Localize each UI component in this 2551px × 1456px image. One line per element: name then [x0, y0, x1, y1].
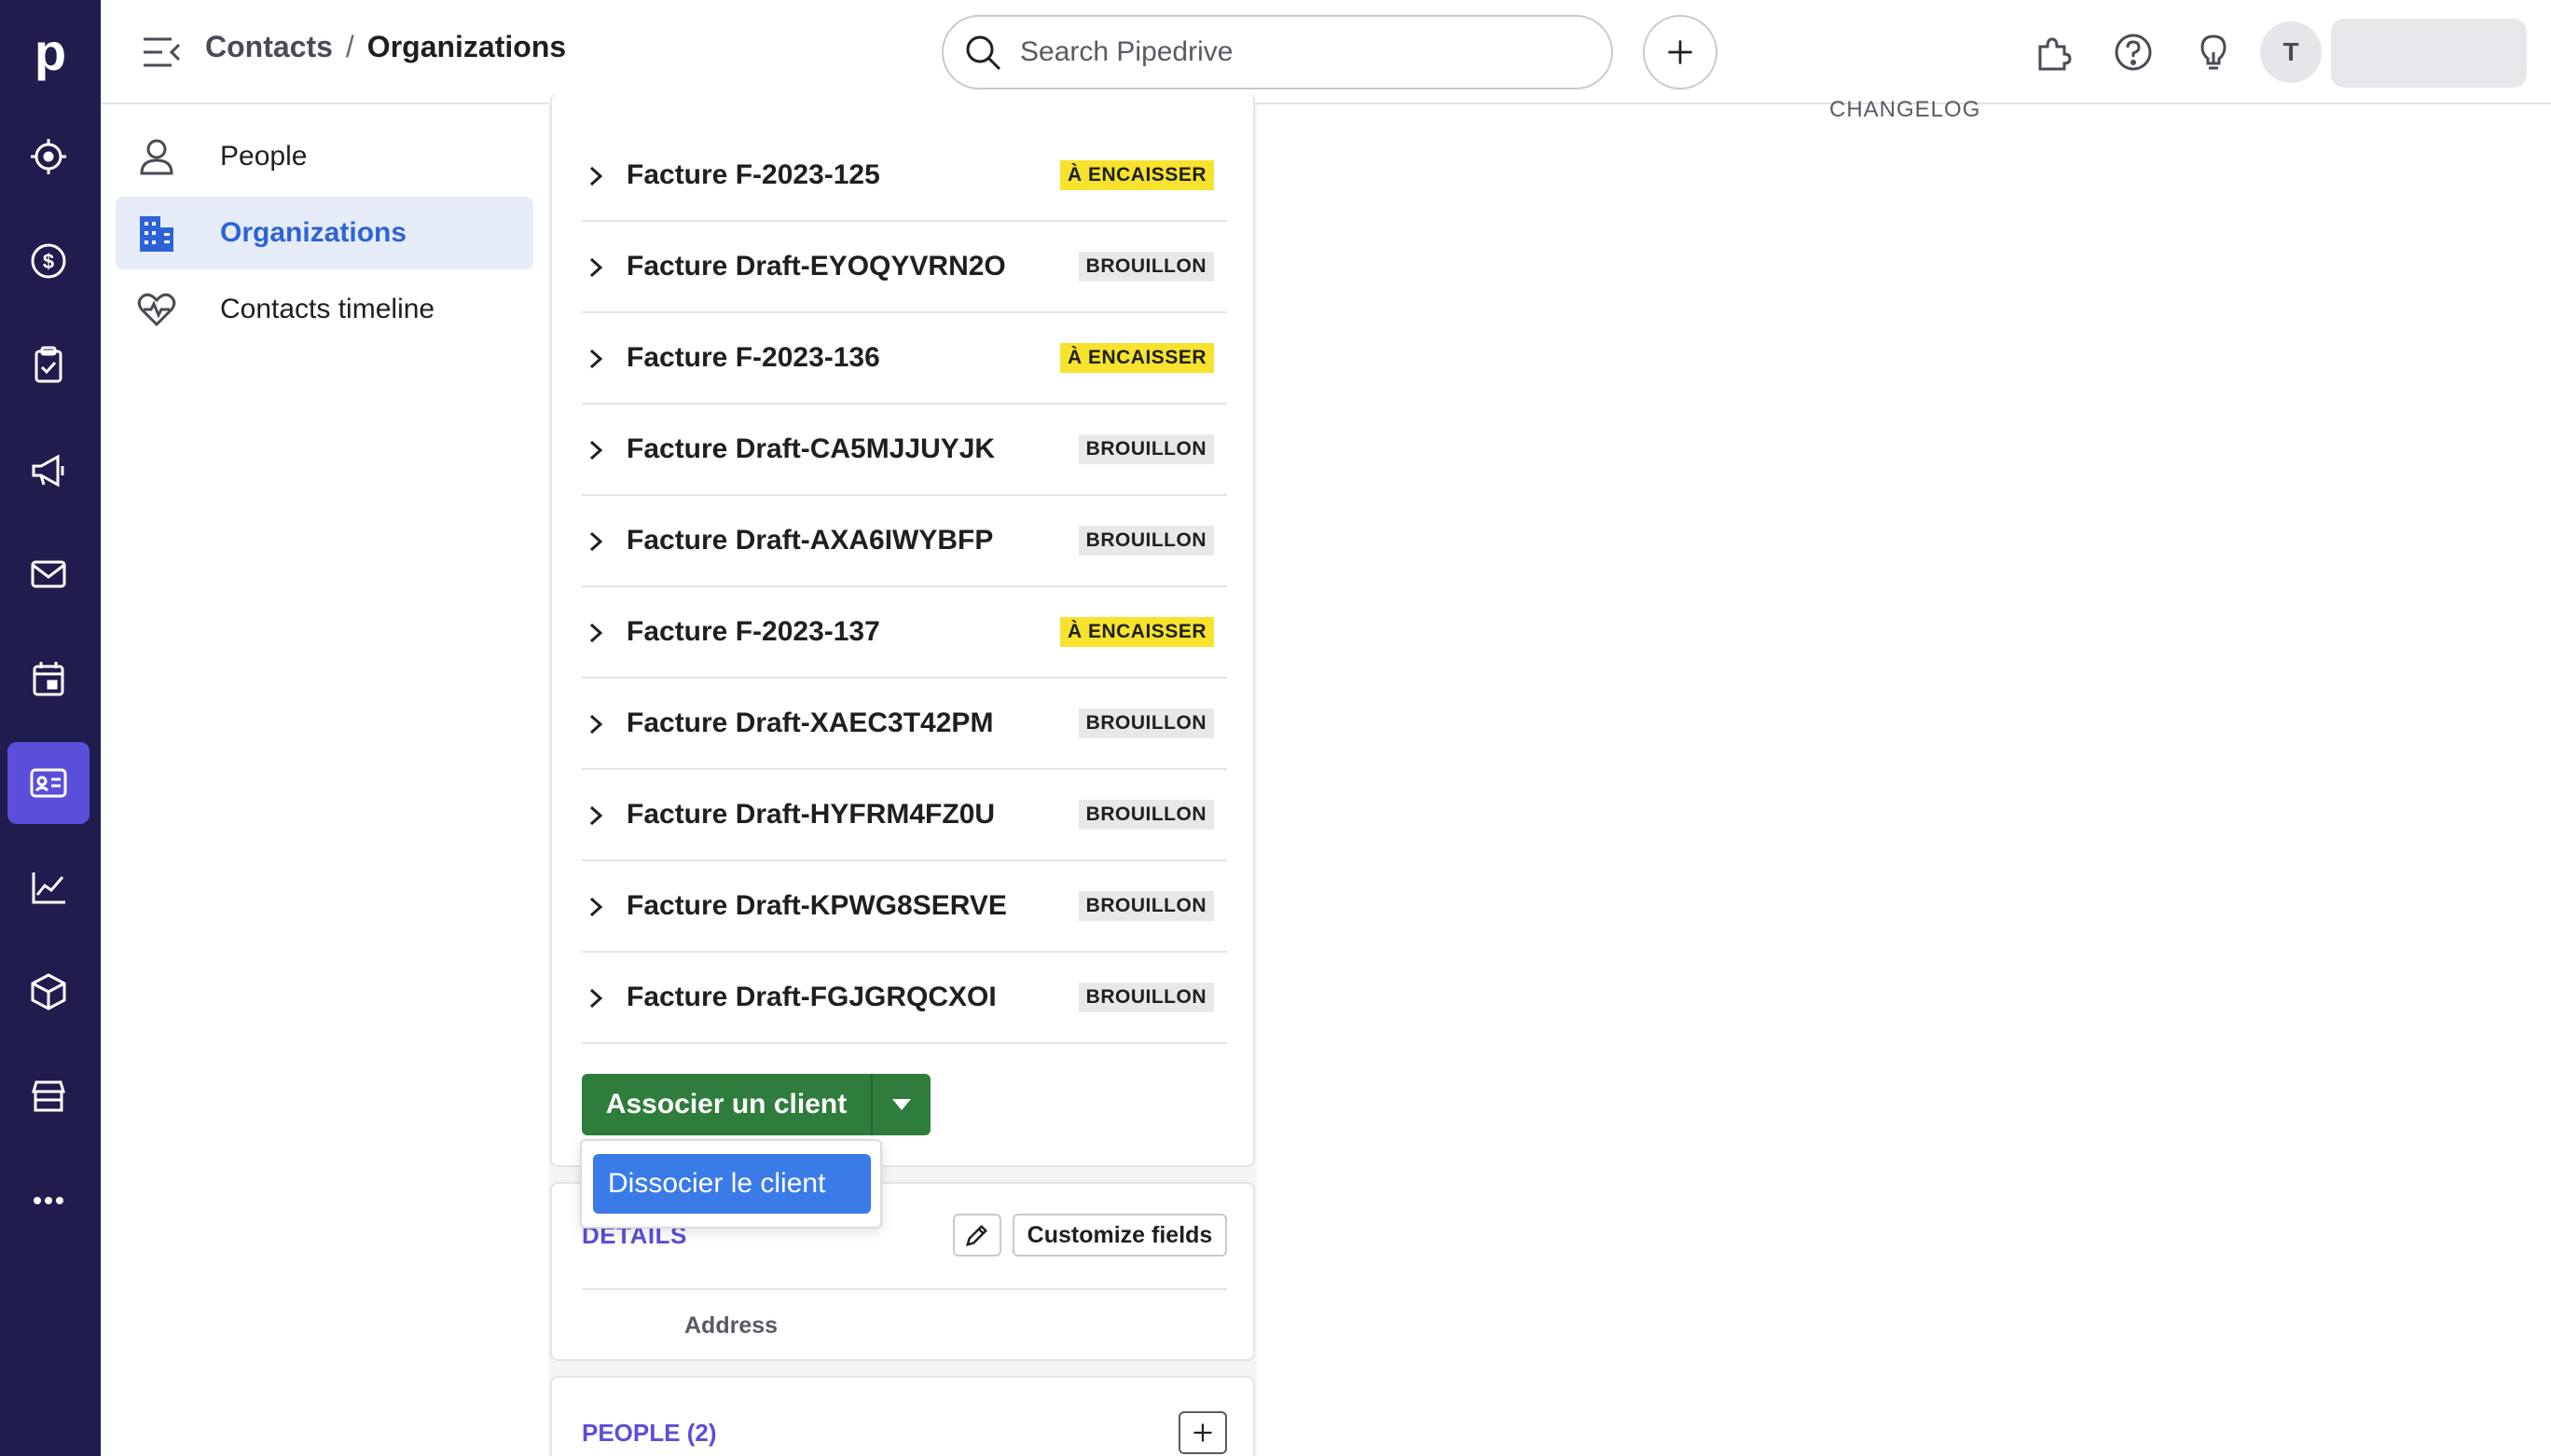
chevron-right-icon[interactable]: [582, 710, 610, 738]
extensions-icon[interactable]: [2027, 26, 2079, 78]
associate-dropdown-toggle[interactable]: [871, 1074, 931, 1135]
subnav-item-label: Contacts timeline: [220, 294, 435, 324]
invoice-name[interactable]: Facture F-2023-137: [627, 616, 880, 648]
associate-button-group: Associer un client: [582, 1074, 931, 1135]
invoice-row[interactable]: Facture Draft-CA5MJJUYJK BROUILLON: [582, 405, 1227, 496]
chevron-right-icon[interactable]: [582, 984, 610, 1012]
pencil-icon: [965, 1224, 988, 1247]
chevron-right-icon[interactable]: [582, 436, 610, 464]
person-icon: [140, 139, 173, 175]
contacts-icon[interactable]: [7, 742, 90, 824]
status-badge: BROUILLON: [1078, 434, 1214, 464]
status-badge: À ENCAISSER: [1059, 343, 1214, 373]
avatar[interactable]: T: [2260, 21, 2322, 83]
invoice-row[interactable]: Facture Draft-KPWG8SERVE BROUILLON: [582, 861, 1227, 953]
subnav-item-people[interactable]: People: [116, 120, 533, 193]
status-badge: BROUILLON: [1078, 252, 1214, 282]
chevron-right-icon[interactable]: [582, 528, 610, 556]
divider: [582, 1288, 1227, 1290]
add-person-button[interactable]: [1179, 1411, 1227, 1454]
people-section-title[interactable]: PEOPLE (2): [582, 1419, 716, 1448]
page-title: Organizations: [366, 30, 567, 63]
calendar-icon[interactable]: [7, 638, 90, 720]
search-icon: [966, 35, 1001, 71]
invoice-name[interactable]: Facture Draft-CA5MJJUYJK: [627, 433, 995, 465]
chevron-right-icon[interactable]: [582, 619, 610, 647]
chevron-right-icon[interactable]: [582, 802, 610, 830]
chevron-right-icon[interactable]: [582, 345, 610, 373]
invoice-name[interactable]: Facture Draft-EYOQYVRN2O: [627, 251, 1006, 282]
subnav-item-contacts-timeline[interactable]: Contacts timeline: [116, 273, 533, 346]
more-icon[interactable]: [7, 1160, 90, 1242]
mail-icon[interactable]: [7, 533, 90, 615]
invoices-card: Facture F-2023-125 À ENCAISSER Facture Dra…: [550, 93, 1255, 1167]
contacts-subnav: People Organizations Contacts timeline: [101, 104, 548, 1456]
invoice-row[interactable]: Facture Draft-HYFRM4FZ0U BROUILLON: [582, 770, 1227, 861]
caret-down-icon: [892, 1099, 911, 1110]
invoice-row[interactable]: Facture Draft-XAEC3T42PM BROUILLON: [582, 679, 1227, 770]
invoice-name[interactable]: Facture Draft-KPWG8SERVE: [627, 890, 1007, 922]
invoice-name[interactable]: Facture F-2023-136: [627, 342, 880, 374]
help-icon[interactable]: [2107, 26, 2159, 78]
right-pane: [1257, 104, 2551, 1456]
status-badge: BROUILLON: [1078, 708, 1214, 738]
company-switcher[interactable]: [2331, 19, 2527, 88]
campaigns-icon[interactable]: [7, 429, 90, 511]
people-card: PEOPLE (2): [550, 1376, 1255, 1456]
subnav-item-label: People: [220, 141, 308, 172]
associate-client-button[interactable]: Associer un client: [582, 1074, 871, 1135]
plus-icon: [1668, 40, 1692, 64]
tasks-icon[interactable]: [7, 324, 90, 406]
invoice-row[interactable]: Facture F-2023-137 À ENCAISSER: [582, 587, 1227, 679]
invoice-row[interactable]: Facture F-2023-136 À ENCAISSER: [582, 313, 1227, 405]
breadcrumb-separator: /: [345, 30, 354, 63]
status-badge: À ENCAISSER: [1059, 617, 1214, 647]
svg-text:$: $: [43, 250, 54, 273]
products-icon[interactable]: [7, 951, 90, 1033]
top-bar: Contacts / Organizations T: [101, 0, 2551, 104]
heart-pulse-icon: [137, 293, 176, 327]
plus-icon: [1193, 1423, 1212, 1442]
building-icon: [140, 216, 173, 252]
insights-icon[interactable]: [7, 846, 90, 928]
status-badge: BROUILLON: [1078, 526, 1214, 556]
pipedrive-logo[interactable]: p: [0, 19, 101, 84]
address-field-label: Address: [684, 1312, 779, 1339]
status-badge: BROUILLON: [1078, 800, 1214, 830]
breadcrumb: Contacts / Organizations: [205, 30, 566, 64]
marketplace-icon[interactable]: [7, 1055, 90, 1137]
status-badge: BROUILLON: [1078, 891, 1214, 921]
invoice-name[interactable]: Facture Draft-XAEC3T42PM: [627, 707, 993, 739]
chevron-right-icon[interactable]: [582, 893, 610, 921]
breadcrumb-contacts[interactable]: Contacts: [205, 30, 333, 64]
invoice-row[interactable]: Facture Draft-EYOQYVRN2O BROUILLON: [582, 222, 1227, 313]
invoice-row[interactable]: Facture F-2023-125 À ENCAISSER: [582, 130, 1227, 222]
invoice-name[interactable]: Facture F-2023-125: [627, 159, 880, 191]
leads-icon[interactable]: [7, 116, 90, 198]
subnav-item-label: Organizations: [220, 217, 407, 248]
dissociate-client-menu-item[interactable]: Dissocier le client: [593, 1154, 871, 1214]
invoice-name[interactable]: Facture Draft-HYFRM4FZ0U: [627, 799, 995, 831]
deals-icon[interactable]: $: [7, 220, 90, 302]
search-box[interactable]: [942, 15, 1613, 89]
invoice-row[interactable]: Facture Draft-AXA6IWYBFP BROUILLON: [582, 496, 1227, 587]
menu-collapse-icon[interactable]: [142, 34, 183, 71]
search-input[interactable]: [1020, 36, 1542, 68]
invoice-name[interactable]: Facture Draft-FGJGRQCXOI: [627, 982, 997, 1013]
app-rail: p $: [0, 0, 101, 1456]
status-badge: À ENCAISSER: [1059, 160, 1214, 190]
subnav-item-organizations[interactable]: Organizations: [116, 197, 533, 269]
edit-details-button[interactable]: [953, 1214, 1001, 1257]
changelog-link[interactable]: CHANGELOG: [1829, 97, 1980, 123]
quick-add-button[interactable]: [1643, 15, 1717, 89]
invoice-name[interactable]: Facture Draft-AXA6IWYBFP: [627, 525, 993, 556]
status-badge: BROUILLON: [1078, 982, 1214, 1012]
invoice-row[interactable]: Facture Draft-FGJGRQCXOI BROUILLON: [582, 953, 1227, 1044]
associate-dropdown-menu: Dissocier le client: [580, 1139, 882, 1229]
chevron-right-icon[interactable]: [582, 162, 610, 190]
lightbulb-icon[interactable]: [2187, 26, 2240, 78]
customize-fields-button[interactable]: Customize fields: [1013, 1214, 1227, 1257]
chevron-right-icon[interactable]: [582, 254, 610, 282]
